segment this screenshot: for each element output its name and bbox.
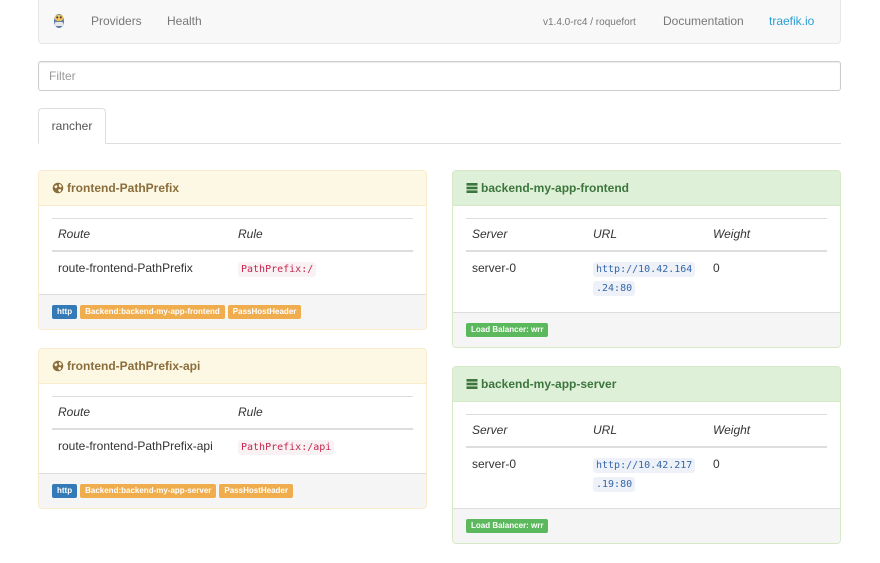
server-name: server-0 <box>472 260 517 275</box>
server-column-header: Server <box>466 218 587 252</box>
frontend-panel-body: Route Rule route-frontend-PathPrefix-api… <box>39 384 426 465</box>
server-stack-icon <box>466 183 478 193</box>
weight-column-header: Weight <box>707 414 827 448</box>
routes-table: Route Rule route-frontend-PathPrefix-api… <box>52 396 413 465</box>
nav-traefik-link[interactable]: traefik.io <box>769 14 814 28</box>
rule-column-header: Rule <box>232 396 413 430</box>
globe-icon <box>52 360 64 372</box>
route-name: route-frontend-PathPrefix <box>58 260 193 275</box>
backend-panel-header: backend-my-app-frontend <box>453 171 840 206</box>
load-balancer-label: Load Balancer: wrr <box>466 323 549 337</box>
tab-rancher[interactable]: rancher <box>38 108 106 144</box>
entrypoint-label: http <box>52 305 78 319</box>
backend-label: Backend:backend-my-app-frontend <box>80 305 225 319</box>
filter-input[interactable] <box>38 61 841 91</box>
nav-health-link[interactable]: Health <box>167 14 202 28</box>
server-url-cont: .24:80 <box>593 280 636 296</box>
server-weight: 0 <box>713 456 720 471</box>
weight-column-header: Weight <box>707 218 827 252</box>
backend-title: backend-my-app-server <box>481 377 617 391</box>
load-balancer-label: Load Balancer: wrr <box>466 519 549 533</box>
table-row: server-0 http://10.42.217 .19:80 0 <box>466 447 827 502</box>
route-column-header: Route <box>52 218 232 252</box>
nav-providers-link[interactable]: Providers <box>91 14 142 28</box>
version-text: v1.4.0-rc4 / roquefort <box>543 17 636 28</box>
routes-table: Route Rule route-frontend-PathPrefix Pat… <box>52 218 413 287</box>
backend-panel: backend-my-app-frontend Server URL Weigh… <box>452 170 841 348</box>
servers-table: Server URL Weight server-0 http://10.42.… <box>466 218 827 306</box>
server-name: server-0 <box>472 456 517 471</box>
table-row: route-frontend-PathPrefix-api PathPrefix… <box>52 429 413 465</box>
backend-panel-body: Server URL Weight server-0 http://10.42.… <box>453 402 840 502</box>
backend-panel: backend-my-app-server Server URL Weight … <box>452 366 841 544</box>
server-weight: 0 <box>713 260 720 275</box>
frontend-panel-header: frontend-PathPrefix-api <box>39 349 426 384</box>
frontend-title: frontend-PathPrefix-api <box>67 359 201 373</box>
navbar: Providers Health v1.4.0-rc4 / roquefort … <box>38 0 841 44</box>
frontend-panel: frontend-PathPrefix Route Rule route-fro… <box>38 170 427 330</box>
backend-panel-body: Server URL Weight server-0 http://10.42.… <box>453 206 840 306</box>
table-row: server-0 http://10.42.164 .24:80 0 <box>466 251 827 306</box>
frontend-panel-footer: http Backend:backend-my-app-frontend Pas… <box>39 294 426 329</box>
url-column-header: URL <box>587 218 707 252</box>
server-stack-icon <box>466 379 478 389</box>
globe-icon <box>52 182 64 194</box>
frontend-title: frontend-PathPrefix <box>67 181 180 195</box>
rule-code: PathPrefix:/api <box>238 439 335 455</box>
backend-panel-footer: Load Balancer: wrr <box>453 312 840 347</box>
rule-code: PathPrefix:/ <box>238 261 317 277</box>
backend-label: Backend:backend-my-app-server <box>80 484 217 498</box>
frontend-panel-body: Route Rule route-frontend-PathPrefix Pat… <box>39 206 426 287</box>
passhostheader-label: PassHostHeader <box>219 484 293 498</box>
route-name: route-frontend-PathPrefix-api <box>58 438 213 453</box>
tab-bar-divider <box>38 143 841 144</box>
backend-title: backend-my-app-frontend <box>481 181 630 195</box>
passhostheader-label: PassHostHeader <box>227 305 302 319</box>
frontend-panel: frontend-PathPrefix-api Route Rule route… <box>38 348 427 509</box>
servers-table: Server URL Weight server-0 http://10.42.… <box>466 414 827 502</box>
server-column-header: Server <box>466 414 587 448</box>
backend-panel-footer: Load Balancer: wrr <box>453 508 840 543</box>
route-column-header: Route <box>52 396 232 430</box>
backend-panel-header: backend-my-app-server <box>453 367 840 402</box>
server-url: http://10.42.164 <box>593 261 696 277</box>
traefik-logo-icon[interactable] <box>52 10 66 30</box>
frontend-panel-footer: http Backend:backend-my-app-server PassH… <box>39 473 426 508</box>
entrypoint-label: http <box>52 484 78 498</box>
frontend-panel-header: frontend-PathPrefix <box>39 171 426 206</box>
table-row: route-frontend-PathPrefix PathPrefix:/ <box>52 251 413 287</box>
server-url: http://10.42.217 <box>593 457 696 473</box>
nav-documentation-link[interactable]: Documentation <box>663 14 744 28</box>
url-column-header: URL <box>587 414 707 448</box>
server-url-cont: .19:80 <box>593 476 636 492</box>
rule-column-header: Rule <box>232 218 413 252</box>
